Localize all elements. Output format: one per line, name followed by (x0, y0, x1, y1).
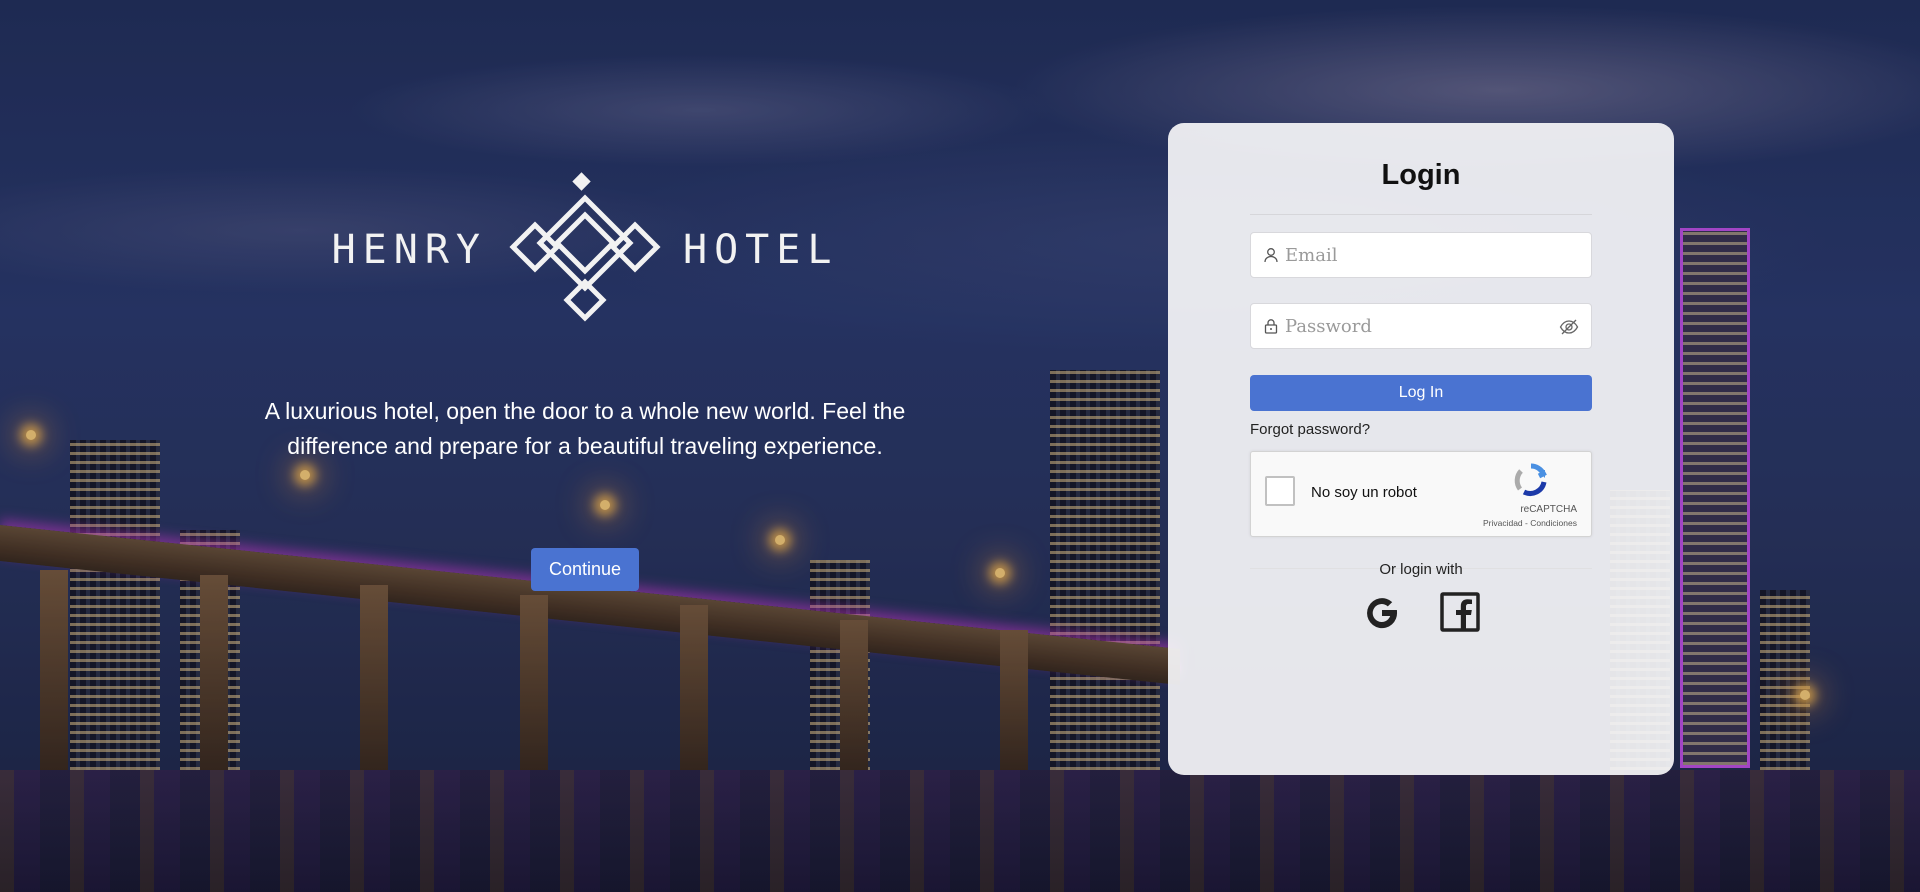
google-icon[interactable] (1361, 591, 1403, 633)
social-divider: Or login with (1250, 559, 1592, 578)
forgot-password-link[interactable]: Forgot password? (1250, 421, 1592, 438)
login-title: Login (1381, 159, 1461, 191)
login-button[interactable]: Log In (1250, 375, 1592, 411)
email-input[interactable] (1285, 233, 1551, 277)
recaptcha-logo-icon (1514, 463, 1547, 496)
or-login-with-label: Or login with (1379, 561, 1463, 578)
eye-off-icon[interactable] (1559, 318, 1579, 336)
lock-icon (1264, 319, 1278, 334)
hero-section: HENRY HOTEL A luxurious hotel, open the … (230, 170, 940, 591)
login-card: Login Log In Forgot password? (1168, 123, 1674, 775)
recaptcha-label: No soy un robot (1311, 484, 1417, 501)
diamond-logo-icon (509, 172, 661, 322)
hotel-logo: HENRY HOTEL (230, 170, 940, 330)
recaptcha-privacy-links[interactable]: Privacidad - Condiciones (1483, 518, 1577, 528)
recaptcha-widget: No soy un robot reCAPTCHA Privacidad - C… (1250, 451, 1592, 537)
password-field[interactable] (1250, 303, 1592, 349)
email-field[interactable] (1250, 232, 1592, 278)
recaptcha-brand: reCAPTCHA (1520, 504, 1577, 515)
hero-tagline: A luxurious hotel, open the door to a wh… (264, 398, 906, 459)
continue-button[interactable]: Continue (530, 548, 640, 591)
logo-text-right: HOTEL (683, 227, 839, 273)
social-login-buttons (1250, 591, 1592, 633)
password-input[interactable] (1285, 304, 1551, 348)
divider (1250, 214, 1592, 215)
facebook-icon[interactable] (1439, 591, 1481, 633)
recaptcha-checkbox[interactable] (1265, 476, 1295, 506)
user-icon (1264, 248, 1278, 263)
login-form: Login Log In Forgot password? (1250, 123, 1592, 633)
logo-text-left: HENRY (331, 227, 487, 273)
